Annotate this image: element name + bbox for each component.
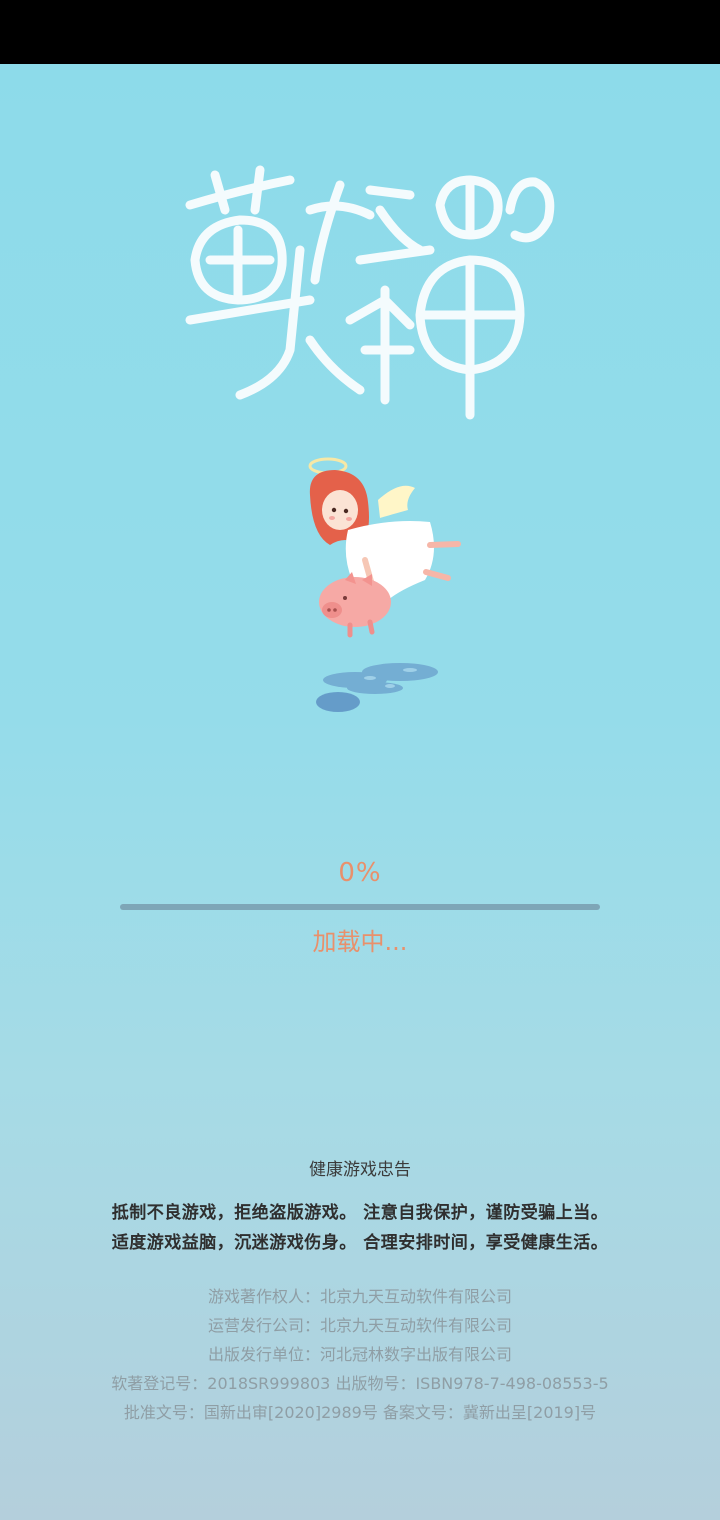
game-logo — [185, 165, 555, 420]
loading-percent: 0% — [338, 858, 382, 888]
loading-progress-bar — [120, 904, 600, 910]
registration-numbers: 软著登记号：2018SR999803 出版物号：ISBN978-7-498-08… — [111, 1374, 609, 1393]
health-notice-line-2: 适度游戏益脑，沉迷游戏伤身。 合理安排时间，享受健康生活。 — [111, 1233, 609, 1253]
loading-status: 加载中... — [312, 928, 408, 956]
publisher: 出版发行单位：河北冠林数字出版有限公司 — [207, 1345, 512, 1364]
status-bar — [0, 0, 720, 64]
health-notice-title: 健康游戏忠告 — [309, 1160, 411, 1180]
health-notice-line-1: 抵制不良游戏，拒绝盗版游戏。 注意自我保护，谨防受骗上当。 — [111, 1203, 609, 1223]
copyright-owner: 游戏著作权人：北京九天互动软件有限公司 — [207, 1287, 512, 1306]
angel-girl-riding-pig-icon — [308, 457, 461, 712]
copyright-info: 游戏著作权人：北京九天互动软件有限公司 运营发行公司：北京九天互动软件有限公司 … — [0, 1282, 720, 1427]
approval-numbers: 批准文号：国新出审[2020]2989号 备案文号：冀新出呈[2019]号 — [123, 1403, 597, 1422]
operator-company: 运营发行公司：北京九天互动软件有限公司 — [207, 1316, 512, 1335]
